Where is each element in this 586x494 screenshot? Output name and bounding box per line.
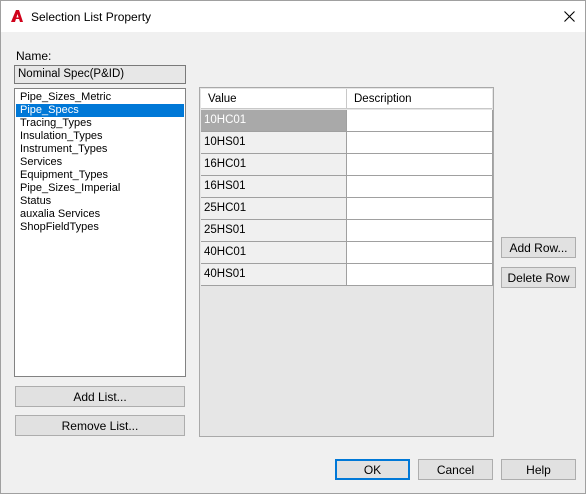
description-cell[interactable] (347, 154, 493, 176)
list-item[interactable]: Services (16, 156, 184, 169)
value-cell[interactable]: 40HC01 (201, 242, 347, 264)
help-button[interactable]: Help (501, 459, 576, 480)
description-cell[interactable] (347, 132, 493, 154)
list-item[interactable]: Status (16, 195, 184, 208)
delete-row-button[interactable]: Delete Row (501, 267, 576, 288)
list-item[interactable]: Instrument_Types (16, 143, 184, 156)
table-row[interactable]: 25HS01 (201, 220, 493, 242)
list-item[interactable]: Pipe_Specs (16, 104, 184, 117)
close-icon (564, 11, 575, 22)
table-row[interactable]: 16HC01 (201, 154, 493, 176)
table-row[interactable]: 16HS01 (201, 176, 493, 198)
table-row[interactable]: 40HS01 (201, 264, 493, 286)
column-header-value[interactable]: Value (201, 89, 347, 109)
name-label: Name: (16, 49, 52, 63)
list-item[interactable]: Pipe_Sizes_Metric (16, 91, 184, 104)
grid-header: Value Description (201, 89, 492, 109)
value-cell[interactable]: 25HC01 (201, 198, 347, 220)
description-cell[interactable] (347, 242, 493, 264)
value-cell[interactable]: 10HS01 (201, 132, 347, 154)
description-cell[interactable] (347, 110, 493, 132)
value-cell[interactable]: 16HC01 (201, 154, 347, 176)
autocad-app-icon (10, 9, 24, 23)
value-cell[interactable]: 16HS01 (201, 176, 347, 198)
description-cell[interactable] (347, 198, 493, 220)
selection-lists-listbox[interactable]: Pipe_Sizes_Metric Pipe_Specs Tracing_Types… (14, 88, 186, 377)
description-cell[interactable] (347, 264, 493, 286)
close-button[interactable] (554, 1, 585, 32)
cancel-button[interactable]: Cancel (418, 459, 493, 480)
table-row[interactable]: 10HC01 (201, 110, 493, 132)
grid-body: 10HC01 10HS01 16HC01 16HS01 25HC01 25HS01 40HC… (201, 110, 493, 286)
table-row[interactable]: 10HS01 (201, 132, 493, 154)
description-cell[interactable] (347, 220, 493, 242)
value-cell[interactable]: 40HS01 (201, 264, 347, 286)
ok-button[interactable]: OK (335, 459, 410, 480)
selection-list-property-dialog: Selection List Property Name: Nominal Sp… (0, 0, 586, 494)
column-header-description[interactable]: Description (347, 89, 492, 109)
list-item[interactable]: Pipe_Sizes_Imperial (16, 182, 184, 195)
list-item[interactable]: ShopFieldTypes (16, 221, 184, 234)
title-bar: Selection List Property (1, 1, 585, 32)
list-item[interactable]: Tracing_Types (16, 117, 184, 130)
list-item[interactable]: Equipment_Types (16, 169, 184, 182)
table-row[interactable]: 40HC01 (201, 242, 493, 264)
description-cell[interactable] (347, 176, 493, 198)
list-item[interactable]: auxalia Services (16, 208, 184, 221)
table-row[interactable]: 25HC01 (201, 198, 493, 220)
add-list-button[interactable]: Add List... (15, 386, 185, 407)
name-field: Nominal Spec(P&ID) (14, 65, 186, 84)
value-cell[interactable]: 25HS01 (201, 220, 347, 242)
add-row-button[interactable]: Add Row... (501, 237, 576, 258)
values-grid: Value Description 10HC01 10HS01 16HC01 16HS… (199, 87, 494, 437)
window-title: Selection List Property (31, 10, 152, 24)
value-cell[interactable]: 10HC01 (201, 110, 347, 132)
list-item[interactable]: Insulation_Types (16, 130, 184, 143)
remove-list-button[interactable]: Remove List... (15, 415, 185, 436)
